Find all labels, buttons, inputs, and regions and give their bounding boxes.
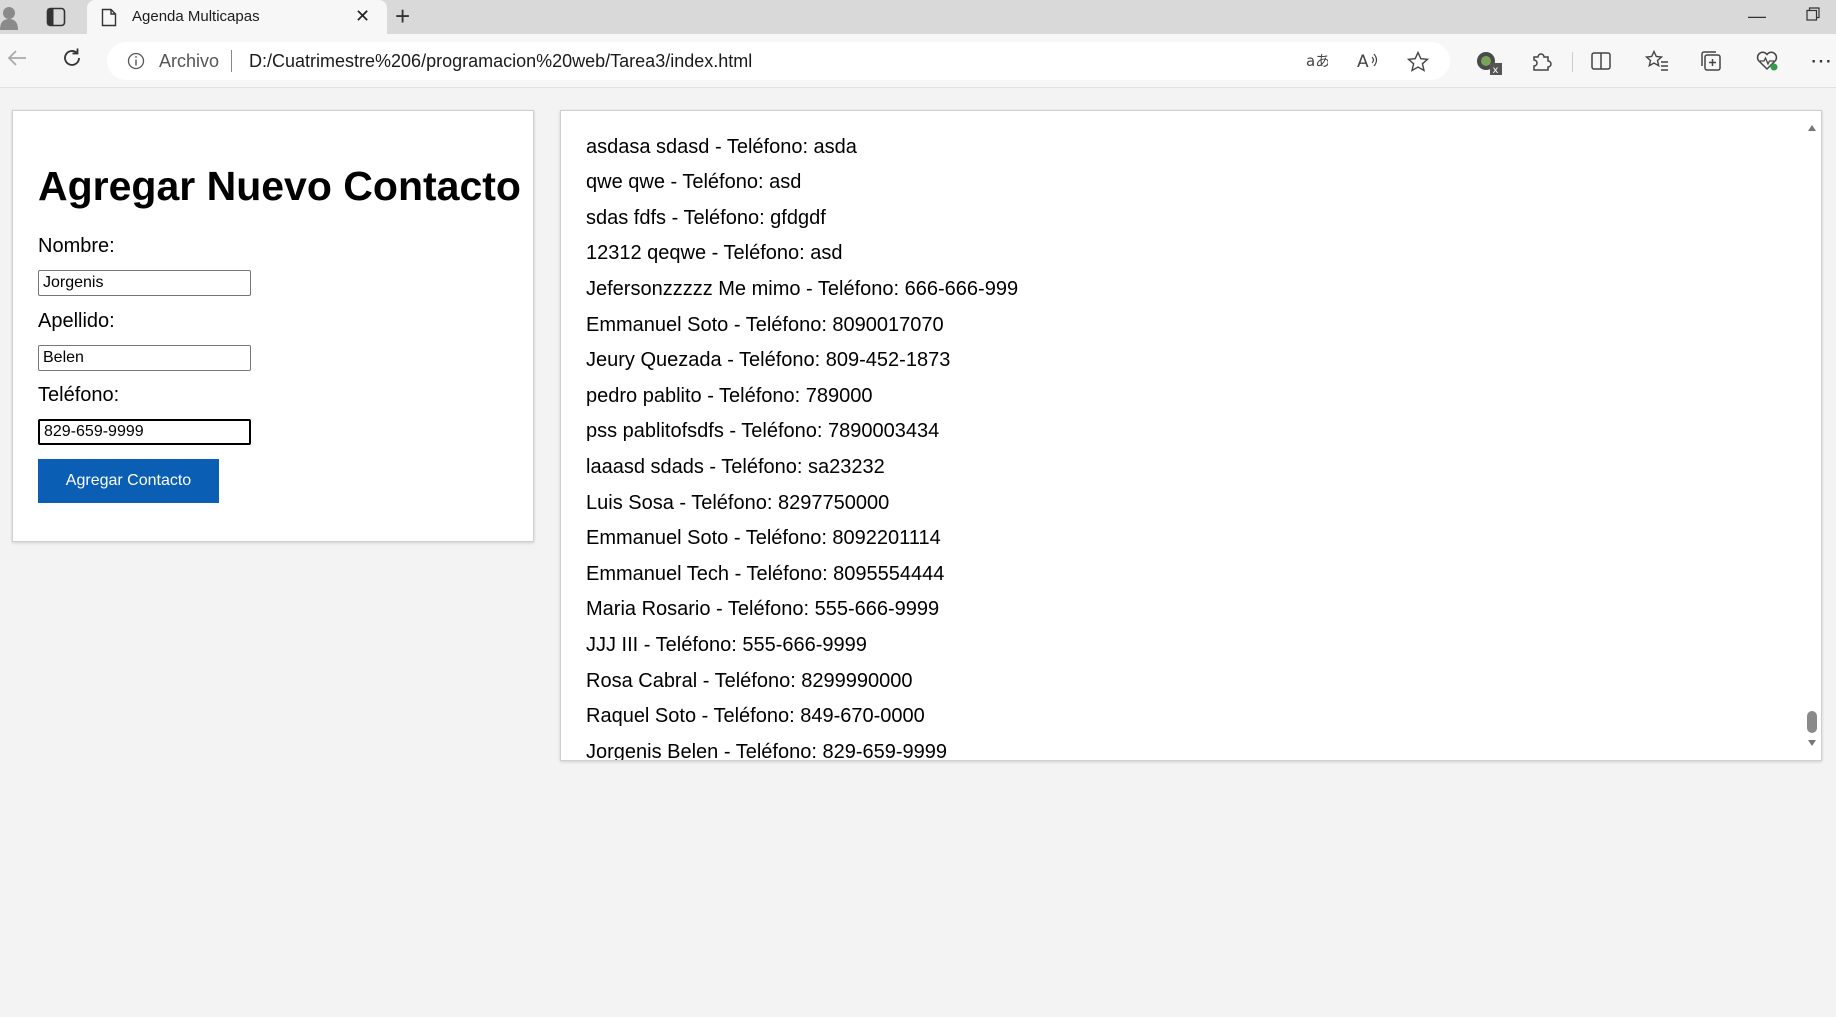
extensions-puzzle-icon[interactable] [1530,50,1552,77]
contact-list-item: Jorgenis Belen - Teléfono: 829-659-9999 [586,740,947,761]
page-icon [101,8,117,32]
scroll-up-icon[interactable] [1807,119,1817,137]
svg-text:x: x [1493,65,1499,76]
toolbar: Archivo D:/Cuatrimestre%206/programacion… [0,34,1836,88]
svg-text:aあ: aあ [1306,52,1328,70]
contact-list-item: 12312 qeqwe - Teléfono: asd [586,242,843,265]
contact-list-item: sdas fdfs - Teléfono: gfdgdf [586,206,826,229]
profile-icon[interactable] [0,4,22,35]
contact-list-item: Emmanuel Tech - Teléfono: 8095554444 [586,562,945,585]
contact-list-item: Emmanuel Soto - Teléfono: 8090017070 [586,313,944,336]
translate-icon[interactable]: aあ [1306,51,1330,76]
refresh-icon[interactable] [61,47,83,74]
read-aloud-icon[interactable]: A [1357,51,1379,76]
contact-list: asdasa sdasd - Teléfono: asda qwe qwe - T… [586,111,1019,761]
contact-list-item: Maria Rosario - Teléfono: 555-666-9999 [586,598,940,621]
address-bar[interactable]: Archivo D:/Cuatrimestre%206/programacion… [107,42,1450,80]
contact-list-item: pedro pablito - Teléfono: 789000 [586,384,873,407]
favorites-icon[interactable] [1644,49,1669,77]
tab-actions-icon[interactable] [46,7,66,32]
nombre-label: Nombre: [38,235,115,257]
contact-list-item: Raquel Soto - Teléfono: 849-670-0000 [586,705,925,728]
more-options-icon[interactable]: ⋯ [1810,48,1833,74]
tab-title: Agenda Multicapas [132,8,260,25]
contact-list-item: Jefersonzzzzz Me mimo - Teléfono: 666-66… [586,277,1019,300]
extension-icon[interactable]: x [1475,50,1503,81]
apellido-label: Apellido: [38,310,115,332]
form-heading: Agregar Nuevo Contacto [38,163,521,209]
contact-list-item: Jeury Quezada - Teléfono: 809-452-1873 [586,349,951,372]
contact-list-item: Emmanuel Soto - Teléfono: 8092201114 [586,527,941,550]
toolbar-divider [1572,52,1573,72]
close-icon[interactable]: ✕ [355,7,370,25]
svg-text:A: A [1357,52,1369,71]
contact-list-item: laaasd sdads - Teléfono: sa23232 [586,455,885,478]
new-tab-icon[interactable]: + [395,3,410,29]
back-icon[interactable] [6,47,28,74]
apellido-input[interactable] [38,345,251,371]
telefono-label: Teléfono: [38,384,120,406]
list-item-partial [586,111,1018,130]
contact-list-item: Luis Sosa - Teléfono: 8297750000 [586,491,890,514]
tab-agenda[interactable]: Agenda Multicapas ✕ [87,0,387,34]
split-screen-icon[interactable] [1590,50,1612,77]
contact-list-panel[interactable]: asdasa sdasd - Teléfono: asda qwe qwe - T… [560,110,1822,761]
performance-icon[interactable] [1755,50,1779,77]
restore-icon[interactable] [1806,7,1820,26]
contact-list-item: Rosa Cabral - Teléfono: 8299990000 [586,669,913,692]
site-info-label: Archivo [159,51,220,71]
add-contact-button[interactable]: Agregar Contacto [38,459,219,503]
nombre-input[interactable] [38,270,251,296]
url-text[interactable]: D:/Cuatrimestre%206/programacion%20web/T… [249,51,752,72]
collections-icon[interactable] [1700,50,1722,77]
info-icon[interactable] [127,52,145,75]
scrollbar-thumb[interactable] [1807,711,1817,733]
contact-list-item: pss pablitofsdfs - Teléfono: 7890003434 [586,420,940,443]
telefono-input[interactable] [38,419,251,445]
favorite-star-icon[interactable] [1406,50,1430,78]
contact-list-item: JJJ III - Teléfono: 555-666-9999 [586,633,867,656]
contact-list-item: qwe qwe - Teléfono: asd [586,171,802,194]
tab-strip: Agenda Multicapas ✕ + — [0,0,1836,34]
separator [231,50,232,72]
add-contact-form: Agregar Nuevo Contacto Nombre: Apellido:… [12,110,534,542]
contact-list-item: asdasa sdasd - Teléfono: asda [586,135,857,158]
scroll-down-icon[interactable] [1807,734,1817,752]
minimize-icon[interactable]: — [1748,6,1766,27]
